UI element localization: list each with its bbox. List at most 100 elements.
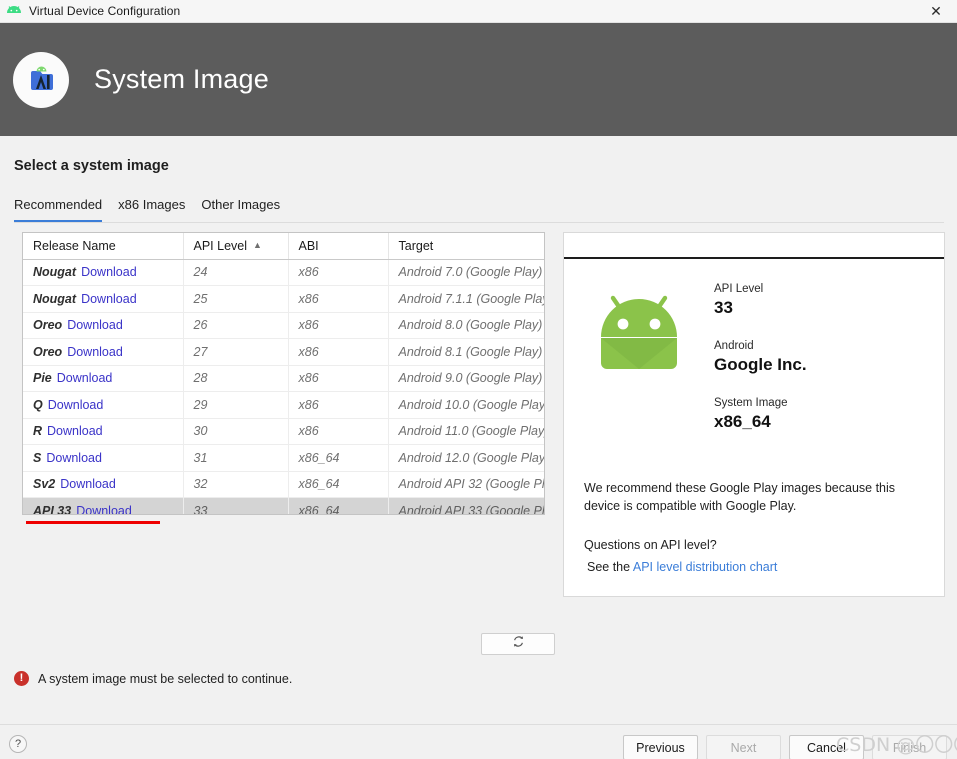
wizard-header: System Image [0,23,957,136]
cell-api-level: 27 [183,338,289,366]
cell-api-level: 30 [183,418,289,445]
download-link[interactable]: Download [46,451,102,465]
column-header-target[interactable]: Target [388,233,544,260]
table-row[interactable]: Nougat Download 25 x86 Android 7.1.1 (Goo… [23,285,544,313]
previous-button[interactable]: Previous [623,735,698,759]
wizard-footer: ? Previous Next Cancel Finish [0,724,957,759]
cell-api-level: 24 [183,259,289,286]
column-label-abi: ABI [298,238,319,253]
title-bar: Virtual Device Configuration ✕ [0,0,957,23]
close-icon[interactable]: ✕ [915,0,957,23]
table-row[interactable]: Nougat Download 24 x86 Android 7.0 (Googl… [23,259,544,286]
cell-release-name[interactable]: R Download [23,418,184,445]
table-row[interactable]: Q Download 29 x86 Android 10.0 (Google Pl… [23,391,544,419]
system-image-table[interactable]: Release Name API Level ▲ ABI Target Nouga… [22,232,545,515]
cell-target: Android 8.1 (Google Play) [388,338,544,366]
footer-button-group: Previous Next Cancel Finish [623,735,947,759]
system-image-detail-panel: API Level 33 Android Google Inc. System … [563,232,945,597]
detail-top-strip [564,233,944,259]
error-icon: ! [14,671,29,686]
cell-release-name[interactable]: Q Download [23,391,184,419]
cell-api-level: 32 [183,471,289,498]
cell-release-name[interactable]: Sv2 Download [23,471,184,498]
cell-target: Android API 33 (Google Play) [388,497,544,514]
api-level-value: 33 [714,298,733,317]
refresh-icon [512,635,525,653]
column-header-release-name[interactable]: Release Name [23,233,184,260]
release-name-label: Q [33,397,43,412]
table-row[interactable]: Pie Download 28 x86 Android 9.0 (Google P… [23,365,544,392]
cell-release-name[interactable]: S Download [23,444,184,472]
release-name-label: Nougat [33,291,77,306]
download-link[interactable]: Download [81,292,137,306]
cell-target: Android 8.0 (Google Play) [388,312,544,339]
android-head-icon [5,4,23,18]
cell-release-name[interactable]: Oreo Download [23,338,184,366]
tab-other-images[interactable]: Other Images [201,197,280,223]
cell-target: Android 11.0 (Google Play) [388,418,544,445]
cell-api-level: 28 [183,365,289,392]
cell-abi: x86 [288,285,389,313]
download-link[interactable]: Download [60,477,116,491]
cell-target: Android 7.1.1 (Google Play) [388,285,544,313]
cell-abi: x86_64 [288,497,389,514]
download-link[interactable]: Download [57,371,113,385]
recommendation-note: We recommend these Google Play images be… [584,481,896,513]
table-row[interactable]: S Download 31 x86_64 Android 12.0 (Google… [23,444,544,472]
download-link[interactable]: Download [67,345,123,359]
table-row[interactable]: Oreo Download 26 x86 Android 8.0 (Google … [23,312,544,339]
sort-ascending-icon: ▲ [253,239,262,250]
cell-target: Android 12.0 (Google Play) [388,444,544,472]
table-row[interactable]: R Download 30 x86 Android 11.0 (Google Pl… [23,418,544,445]
android-vendor-label: Android [714,340,754,352]
release-name-label: R [33,424,43,439]
tabs-divider [14,222,944,223]
cancel-button[interactable]: Cancel [789,735,864,759]
android-vendor-value: Google Inc. [714,355,807,374]
cell-target: Android 10.0 (Google Play) [388,391,544,419]
api-level-distribution-chart-link[interactable]: API level distribution chart [633,560,778,574]
column-header-api-level[interactable]: API Level ▲ [183,233,289,260]
cell-abi: x86 [288,338,389,366]
help-button[interactable]: ? [9,735,27,753]
download-link[interactable]: Download [76,504,132,514]
column-header-abi[interactable]: ABI [288,233,389,260]
release-name-label: API 33 [33,503,72,515]
cell-release-name[interactable]: API 33 Download [23,497,184,515]
api-level-label: API Level [714,283,764,295]
download-link[interactable]: Download [67,318,123,332]
validation-error: ! A system image must be selected to con… [14,671,292,686]
release-name-label: Oreo [33,318,63,333]
android-robot-icon [564,277,714,432]
cell-release-name[interactable]: Nougat Download [23,285,184,313]
column-label-api-level: API Level [193,238,248,253]
download-link[interactable]: Download [47,424,103,438]
finish-button: Finish [872,735,947,759]
cell-release-name[interactable]: Nougat Download [23,259,184,286]
table-row[interactable]: Oreo Download 27 x86 Android 8.1 (Google … [23,338,544,366]
refresh-button[interactable] [481,633,555,655]
cell-api-level: 25 [183,285,289,313]
main-content: Select a system image Recommended x86 Im… [0,136,957,724]
cell-release-name[interactable]: Pie Download [23,365,184,392]
release-name-label: Sv2 [33,477,56,492]
cell-abi: x86 [288,391,389,419]
table-row-selected[interactable]: API 33 Download 33 x86_64 Android API 33 … [23,497,544,515]
table-row[interactable]: Sv2 Download 32 x86_64 Android API 32 (Go… [23,471,544,498]
tab-x86-images[interactable]: x86 Images [118,197,185,223]
download-link[interactable]: Download [48,398,104,412]
column-label-target: Target [398,238,434,253]
release-name-label: S [33,450,42,465]
image-source-tabs: Recommended x86 Images Other Images [14,197,296,223]
cell-target: Android 9.0 (Google Play) [388,365,544,392]
cell-api-level: 33 [183,497,289,514]
cell-abi: x86 [288,365,389,392]
api-question-label: Questions on API level? [584,538,717,552]
download-link[interactable]: Download [81,265,137,279]
annotation-underline [26,521,160,524]
cell-abi: x86 [288,259,389,286]
cell-abi: x86_64 [288,471,389,498]
cell-release-name[interactable]: Oreo Download [23,312,184,339]
cell-target: Android 7.0 (Google Play) [388,259,544,286]
tab-recommended[interactable]: Recommended [14,197,103,223]
